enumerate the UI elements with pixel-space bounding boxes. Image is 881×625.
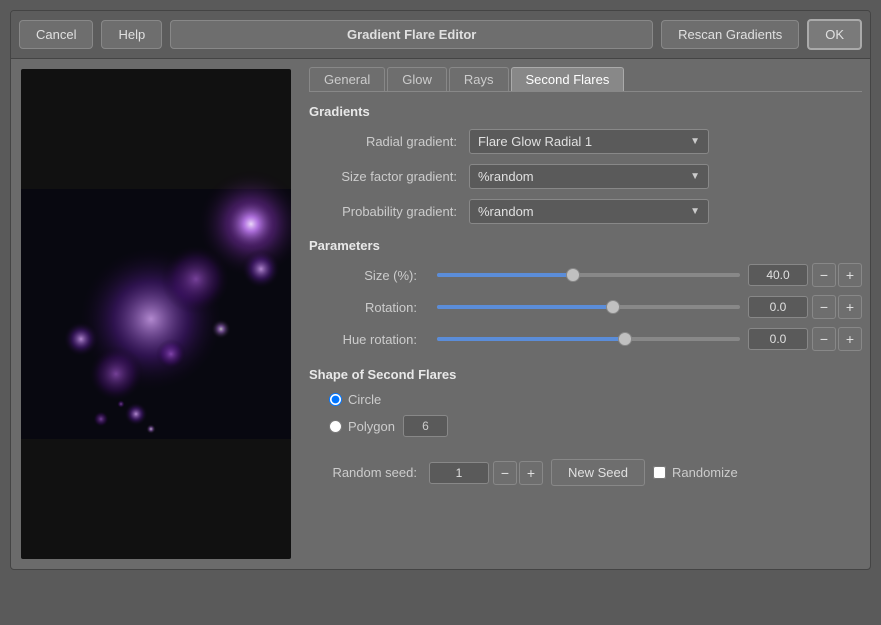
seed-label: Random seed:	[309, 465, 429, 480]
hue-slider-track[interactable]	[437, 337, 740, 341]
hue-slider-label: Hue rotation:	[309, 332, 429, 347]
size-slider-thumb[interactable]	[566, 268, 580, 282]
prob-gradient-dropdown[interactable]: %random ▼	[469, 199, 709, 224]
rotation-slider-track[interactable]	[437, 305, 740, 309]
radial-dropdown-arrow: ▼	[690, 136, 700, 147]
polygon-label: Polygon	[348, 419, 395, 434]
size-gradient-dropdown[interactable]: %random ▼	[469, 164, 709, 189]
shape-section-label: Shape of Second Flares	[309, 367, 862, 382]
rotation-slider-buttons: − +	[812, 295, 862, 319]
radial-gradient-label: Radial gradient:	[309, 134, 469, 149]
hue-plus-button[interactable]: +	[838, 327, 862, 351]
polygon-value-input[interactable]	[403, 415, 448, 437]
hue-slider-thumb[interactable]	[618, 332, 632, 346]
randomize-label: Randomize	[672, 465, 738, 480]
size-dropdown-arrow: ▼	[690, 171, 700, 182]
radial-gradient-value: Flare Glow Radial 1	[478, 134, 592, 149]
randomize-row: Randomize	[653, 465, 738, 480]
preview-panel	[21, 69, 291, 559]
hue-minus-button[interactable]: −	[812, 327, 836, 351]
hue-slider-row: Hue rotation: − +	[309, 327, 862, 351]
parameters-section: Parameters Size (%): − + Rot	[309, 238, 862, 359]
right-panel: General Glow Rays Second Flares Gradient…	[301, 59, 870, 569]
rotation-slider-label: Rotation:	[309, 300, 429, 315]
seed-buttons: − +	[493, 461, 543, 485]
rotation-slider-thumb[interactable]	[606, 300, 620, 314]
gradients-section: Gradients Radial gradient: Flare Glow Ra…	[309, 104, 862, 234]
circle-radio-row: Circle	[329, 392, 862, 407]
rotation-slider-fill	[437, 305, 613, 309]
new-seed-button[interactable]: New Seed	[551, 459, 645, 486]
size-slider-label: Size (%):	[309, 268, 429, 283]
size-gradient-label: Size factor gradient:	[309, 169, 469, 184]
main-window: Cancel Help Gradient Flare Editor Rescan…	[10, 10, 871, 570]
prob-gradient-label: Probability gradient:	[309, 204, 469, 219]
tab-rays[interactable]: Rays	[449, 67, 509, 91]
prob-gradient-value: %random	[478, 204, 534, 219]
rotation-plus-button[interactable]: +	[838, 295, 862, 319]
tabs-container: General Glow Rays Second Flares	[309, 67, 862, 92]
help-button[interactable]: Help	[101, 20, 162, 49]
seed-minus-button[interactable]: −	[493, 461, 517, 485]
size-gradient-row: Size factor gradient: %random ▼	[309, 164, 862, 189]
size-value-input[interactable]	[748, 264, 808, 286]
size-minus-button[interactable]: −	[812, 263, 836, 287]
flare-preview	[21, 69, 291, 559]
tab-general[interactable]: General	[309, 67, 385, 91]
rotation-minus-button[interactable]: −	[812, 295, 836, 319]
parameters-section-label: Parameters	[309, 238, 862, 253]
hue-slider-buttons: − +	[812, 327, 862, 351]
tab-glow[interactable]: Glow	[387, 67, 447, 91]
rotation-slider-row: Rotation: − +	[309, 295, 862, 319]
radial-gradient-dropdown[interactable]: Flare Glow Radial 1 ▼	[469, 129, 709, 154]
cancel-button[interactable]: Cancel	[19, 20, 93, 49]
ok-button[interactable]: OK	[807, 19, 862, 50]
size-slider-fill	[437, 273, 573, 277]
circle-label: Circle	[348, 392, 381, 407]
content-area: General Glow Rays Second Flares Gradient…	[11, 59, 870, 569]
randomize-checkbox[interactable]	[653, 466, 666, 479]
size-slider-track[interactable]	[437, 273, 740, 277]
rescan-button[interactable]: Rescan Gradients	[661, 20, 799, 49]
size-slider-row: Size (%): − +	[309, 263, 862, 287]
polygon-radio-row: Polygon	[329, 415, 862, 437]
tab-second-flares[interactable]: Second Flares	[511, 67, 625, 91]
size-slider-buttons: − +	[812, 263, 862, 287]
shape-section: Shape of Second Flares Circle Polygon	[309, 367, 862, 445]
gradients-section-label: Gradients	[309, 104, 862, 119]
size-gradient-value: %random	[478, 169, 534, 184]
polygon-radio[interactable]	[329, 420, 342, 433]
seed-plus-button[interactable]: +	[519, 461, 543, 485]
editor-title: Gradient Flare Editor	[170, 20, 653, 49]
seed-row: Random seed: − + New Seed Randomize	[309, 459, 862, 486]
circle-radio[interactable]	[329, 393, 342, 406]
hue-slider-fill	[437, 337, 625, 341]
hue-value-input[interactable]	[748, 328, 808, 350]
rotation-value-input[interactable]	[748, 296, 808, 318]
radial-gradient-row: Radial gradient: Flare Glow Radial 1 ▼	[309, 129, 862, 154]
toolbar: Cancel Help Gradient Flare Editor Rescan…	[11, 11, 870, 59]
prob-dropdown-arrow: ▼	[690, 206, 700, 217]
prob-gradient-row: Probability gradient: %random ▼	[309, 199, 862, 224]
size-plus-button[interactable]: +	[838, 263, 862, 287]
seed-value-input[interactable]	[429, 462, 489, 484]
